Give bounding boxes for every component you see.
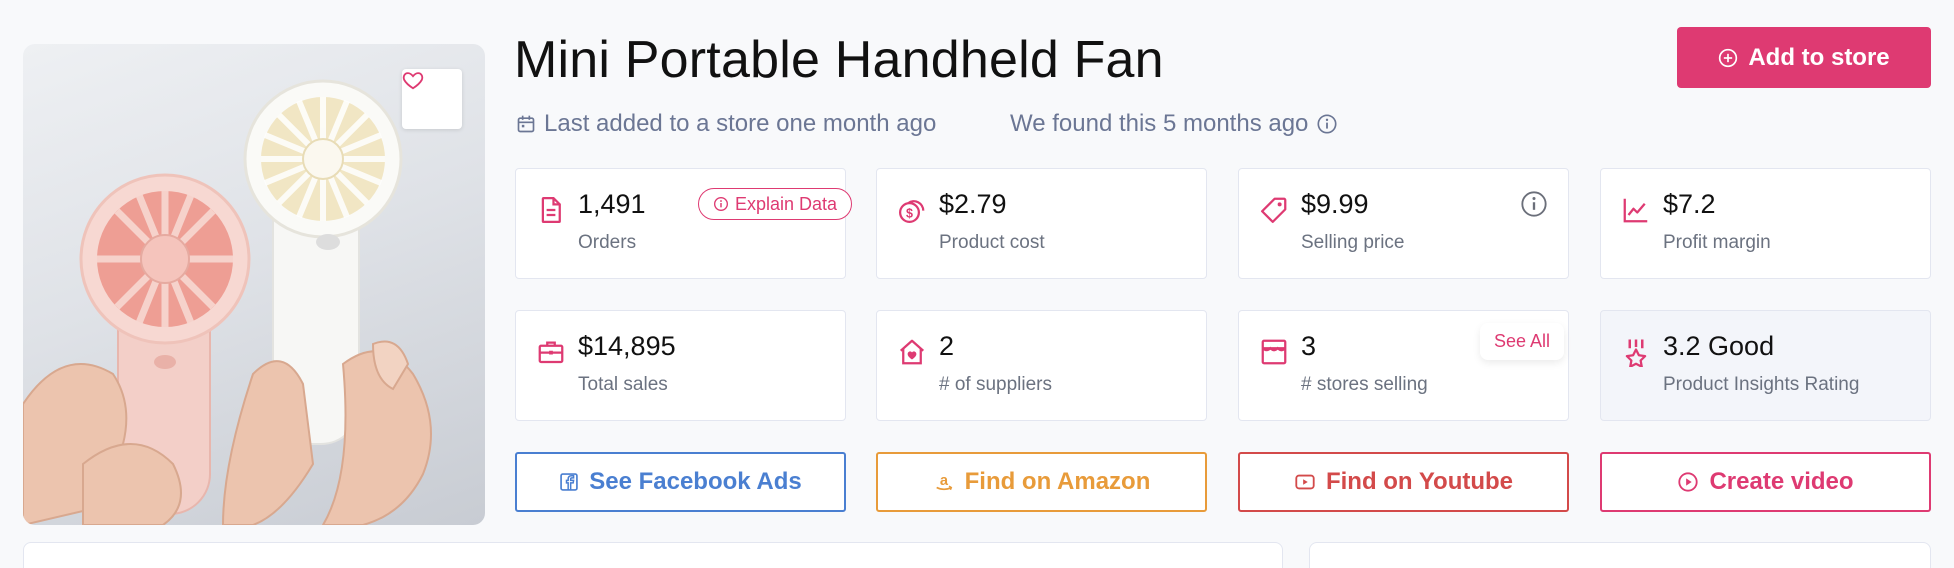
tag-icon bbox=[1261, 197, 1287, 223]
stores-selling-card: 3 # stores selling See All bbox=[1238, 310, 1569, 421]
suppliers-label: # of suppliers bbox=[939, 374, 1053, 395]
last-added-text: Last added to a store one month ago bbox=[544, 110, 937, 137]
profit-margin-label: Profit margin bbox=[1663, 232, 1771, 253]
found-info: We found this 5 months ago bbox=[1010, 110, 1338, 138]
orders-label: Orders bbox=[578, 232, 637, 253]
add-to-store-label: Add to store bbox=[1748, 43, 1890, 71]
info-icon[interactable] bbox=[1520, 190, 1548, 218]
svg-text:$: $ bbox=[906, 207, 913, 221]
document-icon bbox=[541, 197, 561, 223]
suppliers-value: 2 bbox=[939, 331, 955, 361]
info-icon[interactable] bbox=[1316, 113, 1338, 135]
svg-text:a: a bbox=[940, 473, 949, 489]
explain-data-button[interactable]: Explain Data bbox=[698, 188, 853, 220]
profit-margin-value: $7.2 bbox=[1663, 189, 1716, 219]
find-on-amazon-button[interactable]: a Find on Amazon bbox=[876, 452, 1207, 512]
create-video-button[interactable]: Create video bbox=[1600, 452, 1931, 512]
explain-data-label: Explain Data bbox=[735, 193, 838, 214]
product-image bbox=[23, 44, 485, 525]
content-panel-left bbox=[23, 542, 1283, 568]
coins-icon: $ bbox=[899, 200, 925, 223]
house-heart-icon bbox=[900, 339, 924, 365]
calendar-icon bbox=[517, 115, 535, 133]
find-on-amazon-label: Find on Amazon bbox=[964, 468, 1151, 495]
favorite-button[interactable] bbox=[402, 69, 462, 129]
product-cost-label: Product cost bbox=[939, 232, 1045, 253]
award-icon bbox=[1625, 339, 1647, 367]
plus-circle-icon bbox=[1719, 48, 1738, 67]
briefcase-icon bbox=[538, 341, 564, 364]
last-added-info: Last added to a store one month ago bbox=[516, 110, 936, 138]
profit-margin-card: $7.2 Profit margin bbox=[1600, 168, 1931, 279]
selling-price-label: Selling price bbox=[1301, 232, 1405, 253]
stores-selling-label: # stores selling bbox=[1301, 374, 1428, 395]
total-sales-label: Total sales bbox=[578, 374, 668, 395]
play-circle-icon bbox=[1678, 472, 1699, 492]
selling-price-value: $9.99 bbox=[1301, 189, 1369, 219]
youtube-icon bbox=[1295, 474, 1315, 490]
found-text: We found this 5 months ago bbox=[1010, 110, 1309, 137]
hands-illustration bbox=[23, 340, 432, 525]
find-on-youtube-label: Find on Youtube bbox=[1325, 468, 1514, 495]
add-to-store-button[interactable]: Add to store bbox=[1677, 27, 1931, 88]
product-rating-card: 3.2 Good Product Insights Rating bbox=[1600, 310, 1931, 421]
product-page: Mini Portable Handheld Fan Add to store … bbox=[0, 0, 1954, 568]
total-sales-value: $14,895 bbox=[578, 331, 676, 361]
rating-label: Product Insights Rating bbox=[1663, 374, 1860, 395]
trend-line-icon bbox=[1623, 198, 1648, 223]
content-panel-right bbox=[1309, 542, 1931, 568]
facebook-icon bbox=[560, 473, 578, 491]
see-all-button[interactable]: See All bbox=[1479, 323, 1564, 360]
selling-price-card: $9.99 Selling price bbox=[1238, 168, 1569, 279]
heart-icon bbox=[402, 72, 424, 90]
stores-selling-value: 3 bbox=[1301, 331, 1317, 361]
see-facebook-ads-button[interactable]: See Facebook Ads bbox=[515, 452, 846, 512]
amazon-icon: a bbox=[935, 473, 952, 491]
product-cost-card: $ $2.79 Product cost bbox=[876, 168, 1207, 279]
orders-card: 1,491 Orders Explain Data bbox=[515, 168, 853, 279]
product-cost-value: $2.79 bbox=[939, 189, 1007, 219]
rating-value: 3.2 Good bbox=[1663, 331, 1775, 361]
see-facebook-ads-label: See Facebook Ads bbox=[589, 468, 802, 495]
info-icon bbox=[714, 197, 728, 211]
create-video-label: Create video bbox=[1709, 468, 1854, 495]
suppliers-card: 2 # of suppliers bbox=[876, 310, 1207, 421]
product-title: Mini Portable Handheld Fan bbox=[514, 31, 1164, 89]
find-on-youtube-button[interactable]: Find on Youtube bbox=[1238, 452, 1569, 512]
storefront-icon bbox=[1261, 339, 1287, 365]
total-sales-card: $14,895 Total sales bbox=[515, 310, 846, 421]
orders-value: 1,491 bbox=[578, 189, 646, 219]
